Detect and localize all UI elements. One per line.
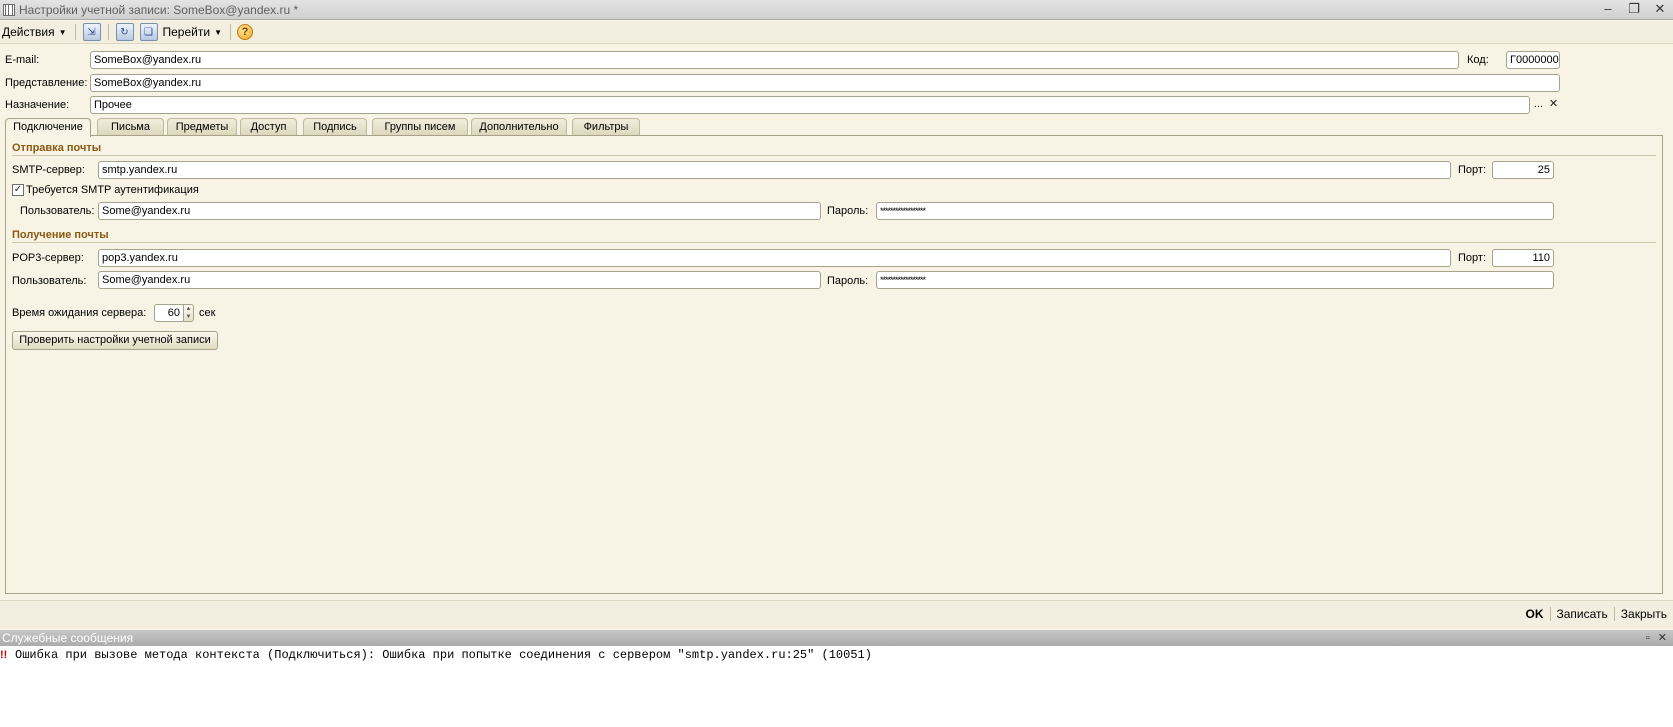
action-divider <box>1613 607 1615 621</box>
restore-icon[interactable]: ❐ <box>1627 2 1641 16</box>
smtp-password-field[interactable]: ****************** <box>876 202 1554 220</box>
minimize-icon[interactable]: – <box>1601 2 1615 16</box>
goto-menu-label: Перейти <box>162 25 211 39</box>
reread-icon[interactable]: ↻ <box>115 23 134 41</box>
presentation-label: Представление: <box>5 77 88 89</box>
tab-access[interactable]: Доступ <box>240 118 297 136</box>
smtp-port-field[interactable]: 25 <box>1492 161 1554 179</box>
check-account-settings-button[interactable]: Проверить настройки учетной записи <box>12 331 218 350</box>
clear-icon[interactable]: ✕ <box>1546 97 1561 113</box>
messages-panel-header: Служебные сообщения ▫ ✕ <box>0 630 1673 646</box>
form-actions: OK Записать Закрыть <box>1526 607 1667 621</box>
close-messages-icon[interactable]: ✕ <box>1658 630 1667 646</box>
timeout-stepper[interactable]: ▲ ▼ <box>184 304 194 322</box>
timeout-field[interactable]: 60 <box>154 304 184 322</box>
toolbar-divider <box>229 24 231 40</box>
save-and-close-icon[interactable]: ⇲ <box>82 23 101 41</box>
smtp-port-label: Порт: <box>1458 164 1486 176</box>
tab-letters[interactable]: Письма <box>97 118 164 136</box>
smtp-user-label: Пользователь: <box>20 205 95 217</box>
window-titlebar: Настройки учетной записи: SomeBox@yandex… <box>0 0 1673 20</box>
timeout-unit: сек <box>199 307 216 319</box>
pop3-password-label: Пароль: <box>827 275 869 287</box>
messages-panel-title: Служебные сообщения <box>2 631 134 645</box>
pop3-password-field[interactable]: ****************** <box>876 271 1554 289</box>
code-field[interactable]: Г0000000 <box>1506 51 1560 69</box>
close-icon[interactable]: ✕ <box>1653 2 1667 16</box>
pop3-port-label: Порт: <box>1458 252 1486 264</box>
help-icon[interactable]: ? <box>236 24 253 40</box>
error-icon: !! <box>0 649 8 661</box>
timeout-label: Время ожидания сервера: <box>12 307 147 319</box>
sending-section-title: Отправка почты <box>12 142 102 154</box>
email-field[interactable]: SomeBox@yandex.ru <box>90 51 1459 69</box>
messages-panel-controls: ▫ ✕ <box>1646 630 1667 646</box>
window-controls: – ❐ ✕ <box>1601 2 1667 16</box>
smtp-server-field[interactable]: smtp.yandex.ru <box>98 161 1451 179</box>
close-button[interactable]: Закрыть <box>1621 607 1667 621</box>
message-item[interactable]: Ошибка при вызове метода контекста (Подк… <box>15 648 872 662</box>
tab-connection[interactable]: Подключение <box>5 118 91 137</box>
purpose-label: Назначение: <box>5 99 70 111</box>
actions-menu[interactable]: Действия ▼ <box>0 25 71 39</box>
section-divider <box>12 155 1656 156</box>
pop3-user-label: Пользователь: <box>12 275 87 287</box>
smtp-auth-checkbox[interactable]: ✓ <box>12 184 24 196</box>
window-title: Настройки учетной записи: SomeBox@yandex… <box>19 2 299 17</box>
goto-menu[interactable]: Перейти ▼ <box>161 25 226 39</box>
toolbar-divider <box>107 24 109 40</box>
receiving-section-title: Получение почты <box>12 229 109 241</box>
email-label: E-mail: <box>5 54 40 66</box>
toolbar-divider <box>74 24 76 40</box>
tab-filters[interactable]: Фильтры <box>572 118 640 136</box>
choose-button[interactable]: ... <box>1531 97 1546 113</box>
tab-letter-groups[interactable]: Группы писем <box>372 118 468 136</box>
pop3-user-field[interactable]: Some@yandex.ru <box>98 271 821 289</box>
action-divider <box>1549 607 1551 621</box>
chevron-down-icon: ▼ <box>58 27 67 37</box>
smtp-password-label: Пароль: <box>827 205 869 217</box>
toolbar: Действия ▼ ⇲ ↻ ❏ Перейти ▼ ? <box>0 21 1673 44</box>
copy-document-icon[interactable]: ❏ <box>139 23 158 41</box>
pop3-server-field[interactable]: pop3.yandex.ru <box>98 249 1451 267</box>
chevron-down-icon: ▼ <box>214 27 222 37</box>
save-button[interactable]: Записать <box>1557 607 1608 621</box>
section-divider <box>12 242 1656 243</box>
code-label: Код: <box>1467 54 1489 66</box>
presentation-field[interactable]: SomeBox@yandex.ru <box>90 74 1560 92</box>
tab-subjects[interactable]: Предметы <box>167 118 237 136</box>
smtp-server-label: SMTP-сервер: <box>12 164 85 176</box>
pop3-port-field[interactable]: 110 <box>1492 249 1554 267</box>
pin-icon[interactable]: ▫ <box>1646 630 1650 646</box>
smtp-user-field[interactable]: Some@yandex.ru <box>98 202 821 220</box>
app-icon <box>3 3 15 16</box>
connection-panel: Отправка почты SMTP-сервер: smtp.yandex.… <box>5 135 1663 594</box>
ok-button[interactable]: OK <box>1526 607 1544 621</box>
tab-signature[interactable]: Подпись <box>303 118 367 136</box>
messages-list: !! Ошибка при вызове метода контекста (П… <box>0 646 1673 727</box>
smtp-auth-label: Требуется SMTP аутентификация <box>26 184 199 196</box>
tab-additional[interactable]: Дополнительно <box>471 118 567 136</box>
purpose-field[interactable]: Прочее <box>90 96 1530 114</box>
pop3-server-label: POP3-сервер: <box>12 252 84 264</box>
actions-menu-label: Действия <box>2 25 55 39</box>
form-action-bar: OK Записать Закрыть <box>0 600 1673 628</box>
